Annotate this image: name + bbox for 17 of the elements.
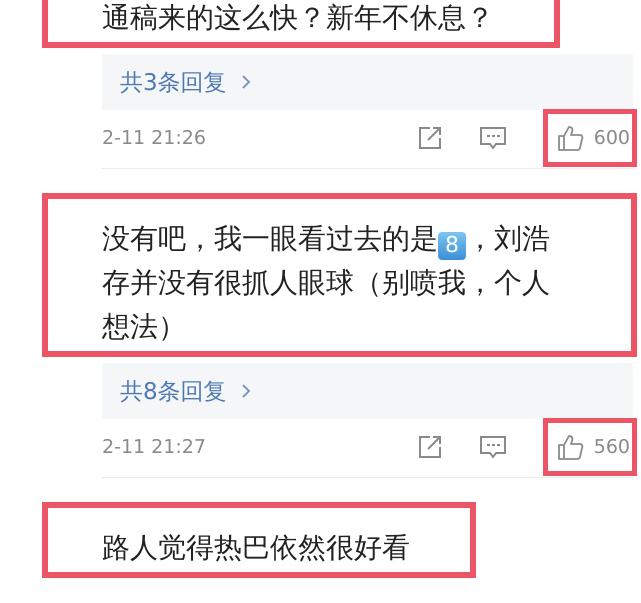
share-icon[interactable]	[416, 125, 443, 151]
chevron-icon	[240, 74, 251, 90]
comment-icon[interactable]	[478, 125, 507, 151]
thumbs-up-icon	[556, 433, 584, 461]
comment-icon[interactable]	[478, 434, 507, 460]
thumbs-up-icon	[556, 124, 584, 152]
comment-text: 没有吧，我一眼看过去的是 8 ，刘浩存并没有很抓人眼球（别喷我，个人想法）	[42, 193, 637, 357]
like-button[interactable]: 600	[542, 109, 637, 167]
like-button[interactable]: 560	[542, 418, 637, 476]
replies-link[interactable]: 共8条回复	[102, 363, 633, 419]
chevron-icon	[240, 383, 251, 399]
comment-time: 2-11 21:27	[102, 436, 206, 458]
comment-text: 通稿来的这么快？新年不休息？	[42, 0, 560, 48]
share-icon[interactable]	[416, 434, 443, 460]
replies-link[interactable]: 共3条回复	[102, 54, 633, 110]
comment-text: 路人觉得热巴依然很好看	[42, 502, 476, 578]
comment-time: 2-11 21:26	[102, 127, 206, 149]
